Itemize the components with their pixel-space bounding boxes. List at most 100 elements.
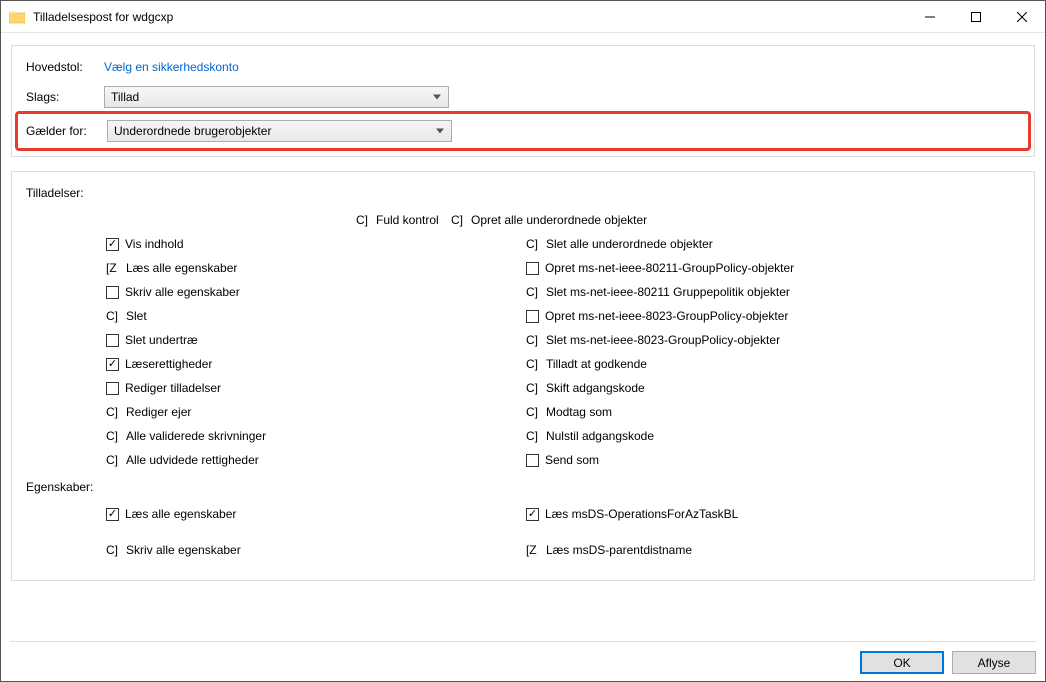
- permission-label: Slet ms-net-ieee-8023-GroupPolicy-objekt…: [546, 333, 780, 347]
- permission-label: Alle validerede skrivninger: [126, 429, 266, 443]
- applies-to-highlight: Gælder for: Underordnede brugerobjekter: [15, 111, 1031, 151]
- marker: C]: [526, 333, 540, 347]
- permission-item[interactable]: Vis indhold: [106, 232, 526, 256]
- ok-button[interactable]: OK: [860, 651, 944, 674]
- permission-label: Rediger tilladelser: [125, 381, 221, 395]
- permission-label: Modtag som: [546, 405, 612, 419]
- permission-label: Send som: [545, 453, 599, 467]
- marker: C]: [526, 285, 540, 299]
- select-principal-link[interactable]: Vælg en sikkerhedskonto: [104, 60, 239, 74]
- marker: C]: [106, 405, 120, 419]
- permission-item: [106, 526, 526, 538]
- cancel-button[interactable]: Aflyse: [952, 651, 1036, 674]
- marker: C]: [526, 381, 540, 395]
- checkbox[interactable]: [106, 358, 119, 371]
- marker: C]: [526, 405, 540, 419]
- marker: [Z: [106, 261, 120, 275]
- permission-label: Slet alle underordnede objekter: [546, 237, 713, 251]
- permission-label: Læs msDS-parentdistname: [546, 543, 692, 557]
- checkbox[interactable]: [526, 262, 539, 275]
- window-title: Tilladelsespost for wdgcxp: [33, 10, 907, 24]
- permission-item: C] Nulstil adgangskode: [526, 424, 1020, 448]
- marker: C]: [451, 213, 465, 227]
- permission-label: Læs alle egenskaber: [125, 507, 236, 521]
- applies-to-label: Gælder for:: [26, 124, 107, 138]
- permission-item[interactable]: Læs alle egenskaber: [106, 502, 526, 526]
- marker: C]: [106, 309, 120, 323]
- permission-item[interactable]: Rediger tilladelser: [106, 376, 526, 400]
- permission-label: Vis indhold: [125, 237, 184, 251]
- permission-item[interactable]: Opret ms-net-ieee-8023-GroupPolicy-objek…: [526, 304, 1020, 328]
- checkbox[interactable]: [106, 286, 119, 299]
- type-label: Slags:: [26, 90, 104, 104]
- permission-label: Opret ms-net-ieee-80211-GroupPolicy-obje…: [545, 261, 794, 275]
- minimize-button[interactable]: [907, 1, 953, 32]
- permission-label: Nulstil adgangskode: [546, 429, 654, 443]
- marker: C]: [106, 453, 120, 467]
- permission-item: [526, 526, 1020, 538]
- permission-item: C] Slet alle underordnede objekter: [526, 232, 1020, 256]
- permissions-label: Tilladelser:: [26, 186, 1020, 200]
- permission-item[interactable]: Læs msDS-OperationsForAzTaskBL: [526, 502, 1020, 526]
- permission-label: Skriv alle egenskaber: [125, 285, 240, 299]
- maximize-button[interactable]: [953, 1, 999, 32]
- principal-label: Hovedstol:: [26, 60, 104, 74]
- permission-item: C] Slet ms-net-ieee-80211 Gruppepolitik o…: [526, 280, 1020, 304]
- type-select[interactable]: Tillad: [104, 86, 449, 108]
- marker: [Z: [526, 543, 540, 557]
- permission-item[interactable]: Skriv alle egenskaber: [106, 280, 526, 304]
- marker: C]: [526, 237, 540, 251]
- permission-label: Slet: [126, 309, 147, 323]
- permission-item: C] Modtag som: [526, 400, 1020, 424]
- permission-label: Slet ms-net-ieee-80211 Gruppepolitik obj…: [546, 285, 790, 299]
- header-panel: Hovedstol: Vælg en sikkerhedskonto Slags…: [11, 45, 1035, 157]
- permission-item[interactable]: Opret ms-net-ieee-80211-GroupPolicy-obje…: [526, 256, 1020, 280]
- permission-item: [Z Læs msDS-parentdistname: [526, 538, 1020, 562]
- permission-item[interactable]: Læserettigheder: [106, 352, 526, 376]
- marker: C]: [106, 429, 120, 443]
- permission-label: Opret ms-net-ieee-8023-GroupPolicy-objek…: [545, 309, 788, 323]
- permissions-panel: Tilladelser: C] Fuld kontrol C] Opret alle …: [11, 171, 1035, 581]
- permission-label: Læs msDS-OperationsForAzTaskBL: [545, 507, 738, 521]
- permission-item: C] Fuld kontrol: [26, 208, 451, 232]
- permission-label: Slet undertræ: [125, 333, 198, 347]
- permission-label: Skriv alle egenskaber: [126, 543, 241, 557]
- marker: C]: [526, 357, 540, 371]
- permission-label: Læs alle egenskaber: [126, 261, 237, 275]
- permission-item: C] Skriv alle egenskaber: [106, 538, 526, 562]
- folder-icon: [9, 10, 25, 24]
- marker: C]: [526, 429, 540, 443]
- permission-item: C] Tilladt at godkende: [526, 352, 1020, 376]
- titlebar: Tilladelsespost for wdgcxp: [1, 1, 1045, 33]
- permission-label: Læserettigheder: [125, 357, 212, 371]
- marker: C]: [106, 543, 120, 557]
- permission-item: C] Alle udvidede rettigheder: [106, 448, 526, 472]
- applies-to-select[interactable]: Underordnede brugerobjekter: [107, 120, 452, 142]
- properties-label: Egenskaber:: [26, 480, 1020, 494]
- permission-item: C] Skift adgangskode: [526, 376, 1020, 400]
- footer-separator: [10, 641, 1036, 642]
- permission-label: Alle udvidede rettigheder: [126, 453, 259, 467]
- permission-item: C] Alle validerede skrivninger: [106, 424, 526, 448]
- checkbox[interactable]: [106, 508, 119, 521]
- permission-item[interactable]: Send som: [526, 448, 1020, 472]
- checkbox[interactable]: [106, 334, 119, 347]
- marker: C]: [356, 213, 370, 227]
- permission-item: C] Slet ms-net-ieee-8023-GroupPolicy-obje…: [526, 328, 1020, 352]
- checkbox[interactable]: [526, 310, 539, 323]
- checkbox[interactable]: [106, 382, 119, 395]
- permission-label: Skift adgangskode: [546, 381, 645, 395]
- permission-label: Fuld kontrol: [376, 213, 439, 227]
- permission-item: C] Slet: [106, 304, 526, 328]
- close-button[interactable]: [999, 1, 1045, 32]
- checkbox[interactable]: [526, 508, 539, 521]
- permission-item[interactable]: Slet undertræ: [106, 328, 526, 352]
- permission-label: Rediger ejer: [126, 405, 191, 419]
- checkbox[interactable]: [526, 454, 539, 467]
- permission-item: [Z Læs alle egenskaber: [106, 256, 526, 280]
- permission-label: Opret alle underordnede objekter: [471, 213, 647, 227]
- permission-item: C] Rediger ejer: [106, 400, 526, 424]
- permission-label: Tilladt at godkende: [546, 357, 647, 371]
- checkbox[interactable]: [106, 238, 119, 251]
- permission-item: C] Opret alle underordnede objekter: [451, 208, 951, 232]
